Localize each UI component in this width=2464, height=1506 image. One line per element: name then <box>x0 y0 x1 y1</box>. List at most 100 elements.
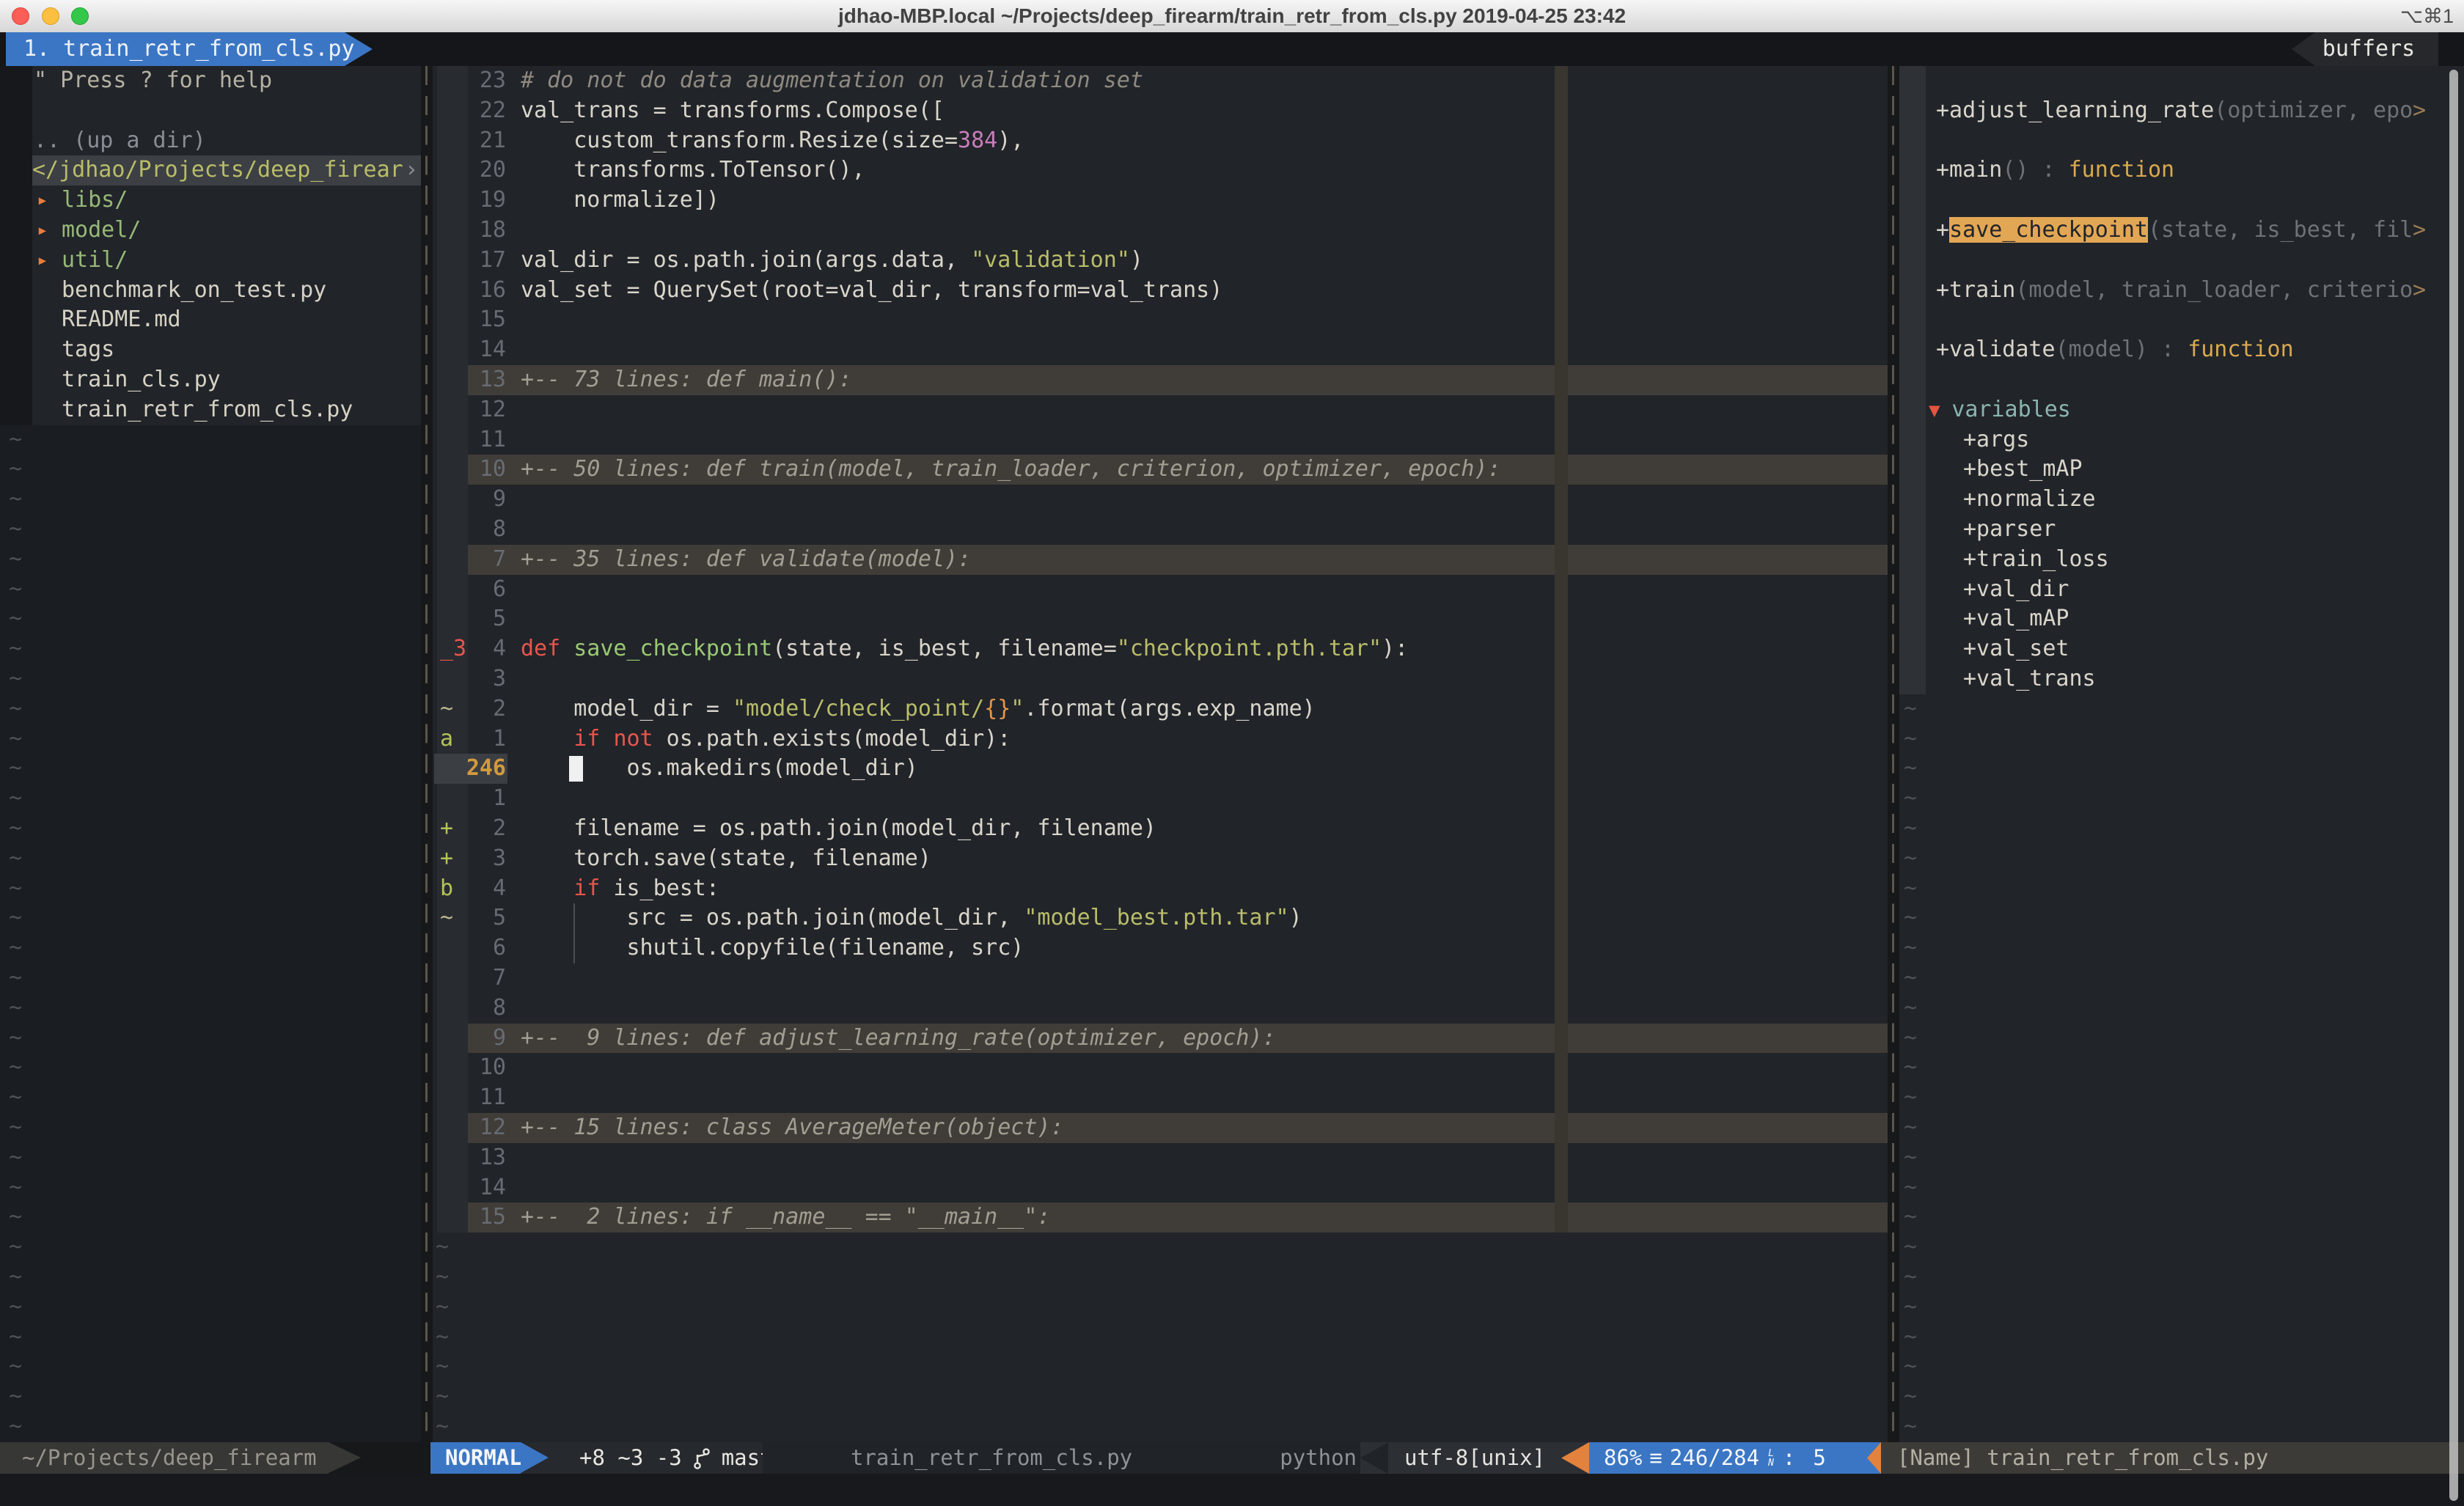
editor-row[interactable]: transforms.ToTensor(), <box>521 155 1885 186</box>
editor-row[interactable] <box>521 575 1885 605</box>
editor-row[interactable] <box>521 425 1885 455</box>
editor-row[interactable]: if is_best: <box>521 874 1885 904</box>
editor-row[interactable]: +-- 2 lines: if __name__ == "__main__": <box>521 1202 1885 1233</box>
line-number: 23 <box>433 66 506 96</box>
line-number: 6 <box>433 575 506 605</box>
nerdtree-dir-model[interactable]: ▸model/ <box>0 216 421 246</box>
tagbar-window[interactable]: +adjust_learning_rate(optimizer, epo> +ma… <box>1899 66 2464 1442</box>
tab-train-retr-from-cls[interactable]: 1. train_retr_from_cls.py <box>6 32 390 66</box>
command-line[interactable] <box>0 1474 2464 1506</box>
sign-glyph: ~ <box>440 696 453 721</box>
tagbar-item[interactable]: ▼ variables <box>1929 395 2464 425</box>
editor-row[interactable] <box>521 604 1885 634</box>
tagbar-item[interactable]: +save_checkpoint(state, is_best, fil> <box>1936 216 2464 246</box>
tagbar-item[interactable]: +args <box>1963 425 2464 455</box>
selected-tag: save_checkpoint <box>1949 217 2148 243</box>
editor-row[interactable]: os.makedirs(model_dir) <box>521 754 1885 784</box>
tagbar-item[interactable]: +main() : function <box>1936 155 2464 186</box>
nerdtree-item[interactable]: .. (up a dir) <box>0 126 455 156</box>
tag-segment: +parser <box>1963 516 2056 542</box>
line-number-text: 23 <box>480 67 506 93</box>
editor-row[interactable]: val_trans = transforms.Compose([ <box>521 96 1885 126</box>
nerdtree-file-train_retr_from_clspy[interactable]: train_retr_from_cls.py <box>0 395 421 425</box>
nerdtree-file-tags[interactable]: tags <box>0 335 421 365</box>
tagbar-item[interactable]: +val_dir <box>1963 575 2464 605</box>
empty-line-tilde: ~ <box>1904 814 1917 844</box>
editor-row[interactable]: if not os.path.exists(model_dir): <box>521 724 1885 754</box>
editor-row[interactable]: def save_checkpoint(state, is_best, file… <box>521 634 1885 664</box>
editor-row[interactable] <box>521 335 1885 365</box>
editor-row[interactable]: +-- 9 lines: def adjust_learning_rate(op… <box>521 1024 1885 1054</box>
editor-row[interactable]: src = os.path.join(model_dir, "model_bes… <box>521 903 1885 933</box>
scrollbar[interactable] <box>2449 70 2458 1501</box>
tagbar-item[interactable]: +train_loss <box>1963 545 2464 575</box>
editor-row[interactable] <box>521 993 1885 1024</box>
sign-glyph: _3 <box>440 636 466 661</box>
editor-row[interactable]: normalize]) <box>521 186 1885 216</box>
tagbar-item[interactable]: +train(model, train_loader, criterio> <box>1936 276 2464 306</box>
editor-row[interactable] <box>521 515 1885 545</box>
cursor-position-segment: 86% ≡ 246/284LN : 5 <box>1589 1442 1881 1474</box>
tagbar-item[interactable]: +val_set <box>1963 634 2464 664</box>
editor-row[interactable] <box>521 1143 1885 1173</box>
editor-row[interactable] <box>521 664 1885 694</box>
tag-segment: (optimizer, epo <box>2214 98 2413 123</box>
nerdtree-window[interactable]: " Press ? for help.. (up a dir)</jdhao/P… <box>0 66 421 1442</box>
editor-row[interactable]: # do not do data augmentation on validat… <box>521 66 1885 96</box>
editor-row[interactable]: torch.save(state, filename) <box>521 844 1885 874</box>
empty-line-tilde: ~ <box>9 545 22 575</box>
code-segment: "checkpoint.pth.tar" <box>1117 636 1382 661</box>
editor-window[interactable]: 23 # do not do data augmentation on valid… <box>433 66 1888 1442</box>
code-segment: ), <box>997 128 1024 153</box>
editor-row[interactable] <box>521 784 1885 814</box>
editor-row[interactable] <box>521 305 1885 335</box>
tagbar-item[interactable]: +adjust_learning_rate(optimizer, epo> <box>1936 96 2464 126</box>
nerdtree-dir-util[interactable]: ▸util/ <box>0 246 421 276</box>
nerdtree-file-READMEmd[interactable]: README.md <box>0 305 421 335</box>
code-segment: " <box>1011 696 1024 721</box>
line-number-text: 1 <box>493 726 506 752</box>
tagbar-item[interactable]: +best_mAP <box>1963 455 2464 485</box>
empty-line-tilde: ~ <box>9 485 22 515</box>
window-separator[interactable] <box>425 66 428 1442</box>
empty-line-tilde: ~ <box>9 694 22 724</box>
editor-row[interactable]: +-- 15 lines: class AverageMeter(object)… <box>521 1113 1885 1143</box>
editor-row[interactable]: custom_transform.Resize(size=384), <box>521 126 1885 156</box>
git-sign: _3 <box>440 634 466 664</box>
collapsed-dir-icon: ▸ <box>37 246 48 276</box>
line-number: 7 <box>433 545 506 575</box>
editor-row[interactable]: model_dir = "model/check_point/{}".forma… <box>521 694 1885 724</box>
editor-row[interactable] <box>521 1083 1885 1113</box>
nerdtree-item[interactable]: </jdhao/Projects/deep_firear› <box>32 155 421 186</box>
line-number-text: 4 <box>493 636 506 661</box>
editor-row[interactable]: +-- 73 lines: def main(): <box>521 365 1885 395</box>
nerdtree-item[interactable]: " Press ? for help <box>0 66 455 96</box>
git-sign: ~ <box>440 694 453 724</box>
window-separator[interactable] <box>1892 66 1894 1442</box>
nerdtree-file-train_clspy[interactable]: train_cls.py <box>0 365 421 395</box>
editor-row[interactable]: val_dir = os.path.join(args.data, "valid… <box>521 246 1885 276</box>
tagbar-item[interactable]: +val_mAP <box>1963 604 2464 634</box>
editor-row[interactable] <box>521 216 1885 246</box>
editor-row[interactable]: +-- 35 lines: def validate(model): <box>521 545 1885 575</box>
nerdtree-file-benchmark_on_testpy[interactable]: benchmark_on_test.py <box>0 276 421 306</box>
tagbar-item[interactable]: +validate(model) : function <box>1936 335 2464 365</box>
tagbar-item[interactable]: +normalize <box>1963 485 2464 515</box>
tagbar-item[interactable]: +val_trans <box>1963 664 2464 694</box>
nerdtree-help: " Press ? for help <box>34 67 272 93</box>
editor-row[interactable]: shutil.copyfile(filename, src) <box>521 933 1885 963</box>
line-number: 12 <box>433 395 506 425</box>
editor-row[interactable] <box>521 963 1885 993</box>
editor-row[interactable]: val_set = QuerySet(root=val_dir, transfo… <box>521 276 1885 306</box>
editor-row[interactable]: +-- 50 lines: def train(model, train_loa… <box>521 455 1885 485</box>
editor-row[interactable] <box>521 485 1885 515</box>
tag-segment: : <box>2028 157 2068 183</box>
editor-row[interactable] <box>521 395 1885 425</box>
editor-row[interactable] <box>521 1053 1885 1083</box>
tagbar-item[interactable]: +parser <box>1963 515 2464 545</box>
empty-line-tilde: ~ <box>1904 1173 1917 1203</box>
editor-row[interactable]: filename = os.path.join(model_dir, filen… <box>521 814 1885 844</box>
tag-segment: (model) <box>2056 337 2148 362</box>
nerdtree-dir-libs[interactable]: ▸libs/ <box>0 186 421 216</box>
editor-row[interactable] <box>521 1173 1885 1203</box>
